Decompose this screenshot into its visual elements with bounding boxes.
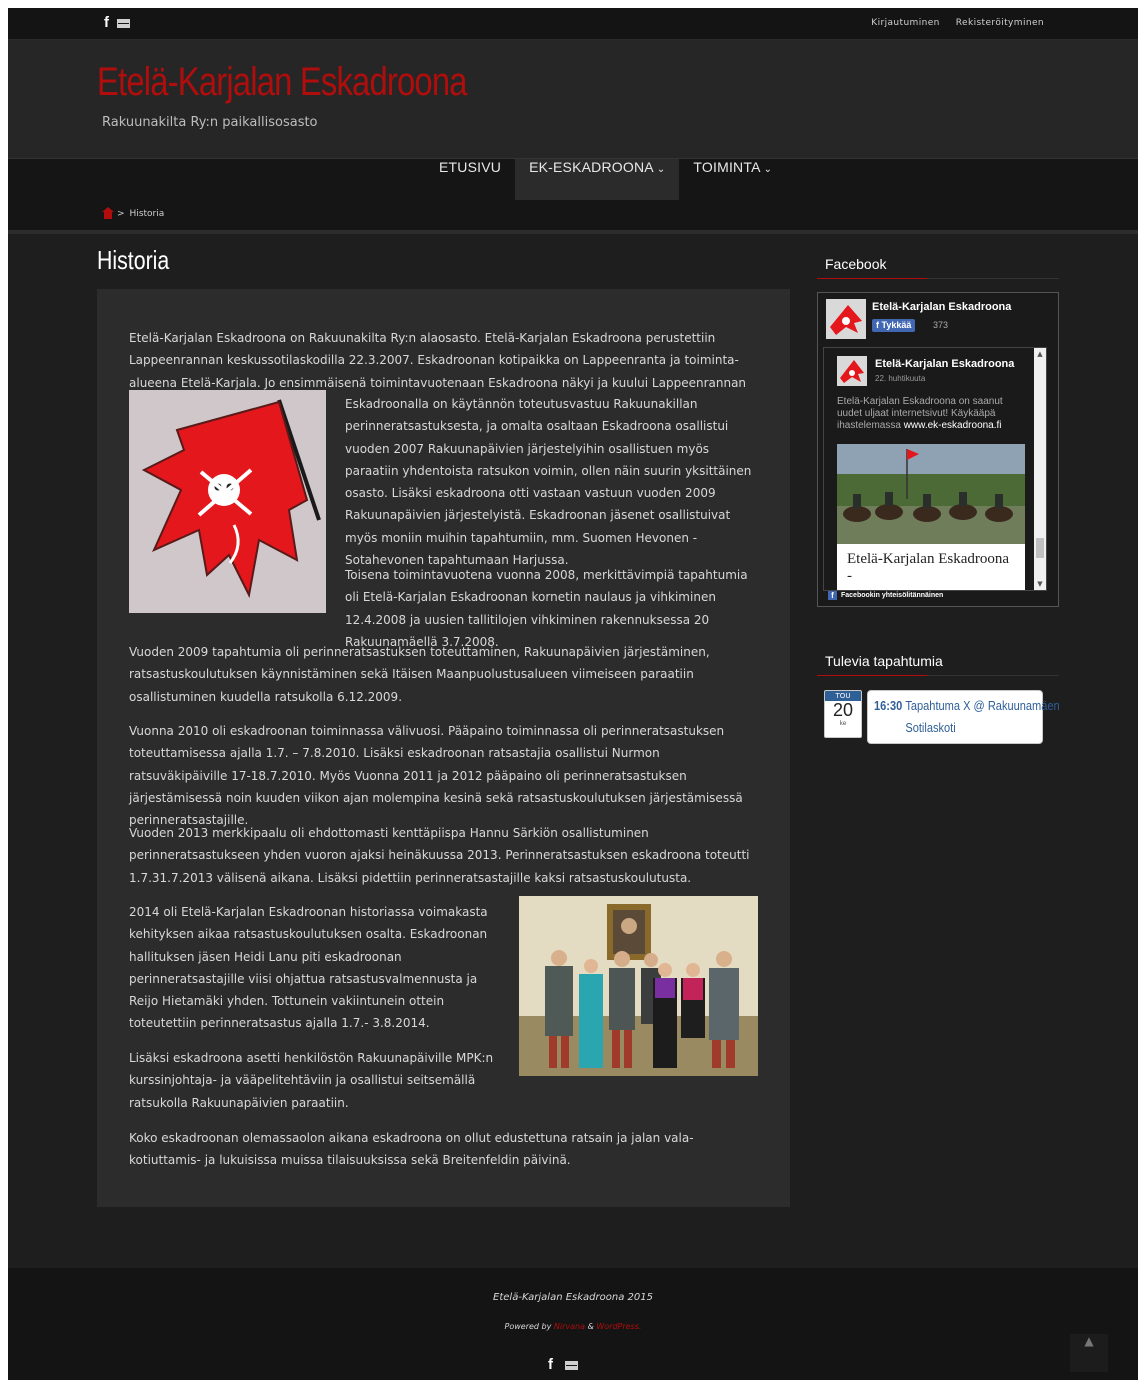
mail-icon[interactable] (117, 18, 130, 28)
page-title: Historia (97, 245, 170, 275)
facebook-header: Etelä-Karjalan Eskadroona f Tykkää 373 (826, 299, 1052, 343)
chevron-down-icon: ⌄ (656, 164, 666, 175)
event-time: 16:30 (874, 698, 903, 713)
top-bar: f Kirjautuminen Rekisteröityminen (8, 8, 1138, 40)
register-link[interactable]: Rekisteröityminen (956, 18, 1044, 28)
login-link[interactable]: Kirjautuminen (871, 18, 939, 28)
scroll-down-icon[interactable]: ▼ (1034, 578, 1046, 590)
page-frame: f Kirjautuminen Rekisteröityminen Etelä-… (8, 8, 1138, 1380)
article-paragraph: Lisäksi eskadroona asetti henkilöstön Ra… (129, 1051, 494, 1110)
facebook-page-plugin: Etelä-Karjalan Eskadroona f Tykkää 373 E… (817, 292, 1059, 607)
nav-item-toiminta[interactable]: TOIMINTA ⌄ (679, 159, 786, 200)
facebook-plugin-footer[interactable]: f Facebookin yhteisölitännäinen (828, 591, 943, 600)
scrollbar-thumb[interactable] (1036, 538, 1044, 558)
article-paragraph: 2014 oli Etelä-Karjalan Eskadroonan hist… (129, 905, 488, 1031)
like-count: 373 (933, 320, 949, 330)
link-preview-title: Etelä-Karjalan Eskadroona - (847, 551, 1010, 584)
main-nav: ETUSIVU EK-ESKADROONA ⌄ TOIMINTA ⌄ (8, 159, 1138, 200)
mail-icon[interactable] (565, 1360, 578, 1370)
plugin-footer-label: Facebookin yhteisölitännäinen (841, 592, 944, 599)
article-paragraph: Toisena toimintavuotena vuonna 2008, mer… (345, 568, 748, 649)
article-paragraph: Vuoden 2013 merkkipaalu oli ehdottomasti… (129, 826, 750, 885)
cornet-flag-image (129, 390, 326, 613)
wordpress-link[interactable]: WordPress. (596, 1322, 641, 1331)
upcoming-event[interactable]: TOU 20 ke 16:30 Tapahtuma X @ Rakuunamäe… (824, 690, 1060, 746)
breadcrumb-current: Historia (129, 209, 165, 219)
post-image[interactable] (837, 444, 1025, 544)
article-paragraph: Eskadroonalla on käytännön toteutusvastu… (345, 397, 752, 568)
facebook-feed[interactable]: Etelä-Karjalan Eskadroona 22. huhtikuuta… (823, 347, 1047, 591)
site-footer: Etelä-Karjalan Eskadroona 2015 Powered b… (8, 1268, 1138, 1380)
post-avatar[interactable] (837, 356, 867, 386)
site-title[interactable]: Etelä-Karjalan Eskadroona (97, 60, 468, 105)
post-author[interactable]: Etelä-Karjalan Eskadroona (875, 358, 1014, 370)
nav-label: TOIMINTA (693, 159, 761, 175)
article-content: Etelä-Karjalan Eskadroona on Rakuunakilt… (97, 289, 790, 1207)
top-social-links: f (104, 15, 130, 31)
breadcrumb-bar: > Historia (8, 200, 1138, 234)
breadcrumb: > Historia (102, 206, 165, 219)
nirvana-link[interactable]: Nirvana (554, 1322, 585, 1331)
calendar-date-badge: TOU 20 ke (824, 690, 862, 738)
event-day: 20 (832, 700, 854, 720)
like-button[interactable]: f Tykkää (872, 319, 916, 332)
link-preview-card[interactable]: Etelä-Karjalan Eskadroona - (837, 544, 1025, 590)
article-paragraph: Vuoden 2009 tapahtumia oli perinneratsas… (129, 645, 710, 704)
footer-powered-by: Powered by Nirvana & WordPress. (8, 1322, 1138, 1331)
facebook-icon[interactable]: f (548, 1357, 553, 1373)
sidebar: Facebook Etelä-Karjalan Eskadroona f Tyk… (817, 254, 1060, 744)
chevron-down-icon: ⌄ (763, 164, 773, 175)
event-weekday: ke (839, 720, 847, 727)
site-header: Etelä-Karjalan Eskadroona Rakuunakilta R… (8, 40, 1138, 159)
like-label: Tykkää (881, 320, 912, 330)
facebook-page-name[interactable]: Etelä-Karjalan Eskadroona (872, 301, 1011, 313)
event-title: Tapahtuma X @ Rakuunamäen Sotilaskoti (905, 698, 1060, 735)
powered-amp: & (587, 1322, 594, 1331)
post-link[interactable]: www.ek-eskadroona.fi (904, 420, 1002, 431)
breadcrumb-separator: > (117, 209, 125, 219)
post-date[interactable]: 22. huhtikuuta (875, 374, 925, 383)
facebook-icon[interactable]: f (104, 15, 109, 31)
event-card[interactable]: 16:30 Tapahtuma X @ Rakuunamäen Sotilask… (867, 690, 1060, 744)
event-details[interactable]: 16:30 Tapahtuma X @ Rakuunamäen Sotilask… (874, 695, 1060, 739)
footer-copyright: Etelä-Karjalan Eskadroona 2015 (493, 1292, 653, 1303)
page-avatar[interactable] (826, 299, 866, 339)
nav-label: EK-ESKADROONA (529, 159, 654, 175)
events-widget-title: Tulevia tapahtumia (817, 651, 1059, 676)
account-links: Kirjautuminen Rekisteröityminen (871, 18, 1044, 28)
post-text: Etelä-Karjalan Eskadroona on saanut uude… (837, 396, 1027, 432)
nav-item-etusivu[interactable]: ETUSIVU (425, 159, 515, 200)
facebook-widget-title: Facebook (817, 254, 1059, 279)
article-paragraph: Vuonna 2010 oli eskadroonan toiminnassa … (129, 724, 743, 828)
group-photo-image (519, 896, 758, 1076)
feed-scrollbar[interactable]: ▲ ▼ (1034, 348, 1046, 590)
article-paragraph: Koko eskadroonan olemassaolon aikana esk… (129, 1131, 694, 1168)
back-to-top-button[interactable]: ▲ (1070, 1334, 1108, 1372)
chevron-up-icon: ▲ (1084, 1334, 1094, 1348)
facebook-icon: f (828, 591, 837, 600)
footer-social-links: f (548, 1357, 578, 1373)
powered-prefix: Powered by (504, 1322, 552, 1331)
nav-item-ek-eskadroona[interactable]: EK-ESKADROONA ⌄ (515, 159, 680, 200)
home-icon[interactable] (102, 206, 114, 219)
scroll-up-icon[interactable]: ▲ (1034, 348, 1046, 360)
site-subtitle: Rakuunakilta Ry:n paikallisosasto (102, 115, 318, 130)
nav-label: ETUSIVU (439, 159, 502, 175)
